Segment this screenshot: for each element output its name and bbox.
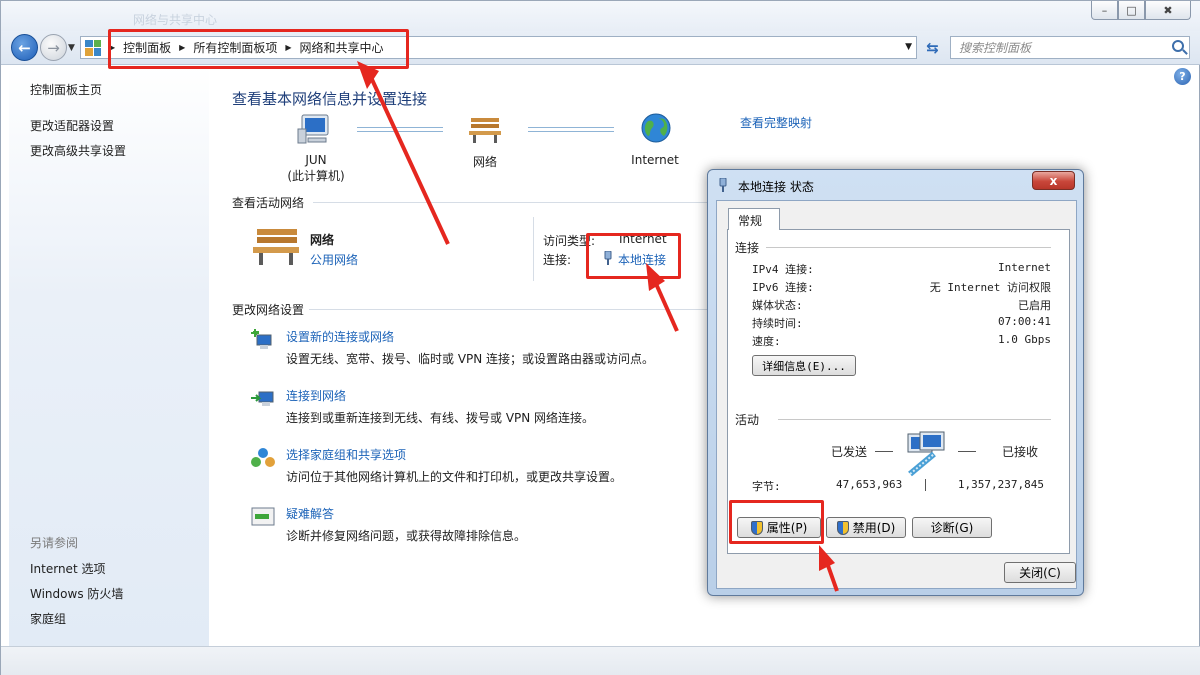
- search-icon[interactable]: [1172, 40, 1184, 52]
- sent-label: 已发送: [831, 445, 868, 459]
- connections-label: 连接:: [543, 253, 572, 267]
- disable-button-label: 禁用(D): [852, 521, 896, 535]
- help-icon[interactable]: ?: [1174, 68, 1191, 85]
- ipv4-label: IPv4 连接:: [752, 263, 814, 276]
- view-full-map-link[interactable]: 查看完整映射: [740, 114, 812, 131]
- sidebar-item-adapter-settings[interactable]: 更改适配器设置: [30, 117, 114, 134]
- see-also-heading: 另请参阅: [30, 536, 79, 550]
- close-button[interactable]: ✖: [1145, 1, 1191, 20]
- ipv4-value: Internet: [998, 261, 1051, 274]
- group-divider: [766, 247, 1051, 248]
- ethernet-icon: [719, 178, 727, 192]
- task-link-troubleshoot[interactable]: 疑难解答: [286, 505, 334, 522]
- details-button[interactable]: 详细信息(E)...: [752, 355, 856, 376]
- bytes-label: 字节:: [752, 480, 781, 493]
- activity-line: [875, 451, 893, 452]
- page-title: 查看基本网络信息并设置连接: [232, 90, 428, 108]
- speed-value: 1.0 Gbps: [998, 333, 1051, 346]
- computer-sublabel: (此计算机): [287, 169, 345, 183]
- dialog-close-action-button[interactable]: 关闭(C): [1004, 562, 1076, 583]
- task-desc-troubleshoot: 诊断并修复网络问题，或获得故障排除信息。: [286, 529, 527, 543]
- annotation-box-properties: [729, 500, 824, 544]
- active-networks-heading: 查看活动网络: [232, 196, 305, 210]
- ipv6-value: 无 Internet 访问权限: [929, 281, 1051, 294]
- computer-icon: [297, 114, 329, 144]
- address-dropdown-icon[interactable]: ▼: [905, 42, 912, 52]
- task-link-new-connection[interactable]: 设置新的连接或网络: [286, 328, 394, 345]
- tab-general[interactable]: 常规: [728, 208, 780, 230]
- ipv6-label: IPv6 连接:: [752, 281, 814, 294]
- activity-line: [958, 451, 976, 452]
- window-titlebar: 网络与共享中心 – □ ✖: [1, 1, 1200, 31]
- activity-group-heading: 活动: [735, 413, 760, 427]
- section-divider: [309, 309, 708, 310]
- bench-icon: [253, 229, 299, 265]
- map-link-line: [357, 127, 443, 132]
- see-also-internet-options[interactable]: Internet 选项: [30, 560, 105, 577]
- troubleshoot-icon: [251, 507, 275, 526]
- network-activity-icon: [907, 431, 945, 477]
- bytes-divider: [925, 479, 926, 491]
- uac-shield-icon: [836, 520, 849, 535]
- diagnose-button[interactable]: 诊断(G): [912, 517, 992, 538]
- task-desc-new-connection: 设置无线、宽带、拨号、临时或 VPN 连接；或设置路由器或访问点。: [286, 352, 655, 366]
- received-label: 已接收: [1002, 445, 1039, 459]
- sidebar-item-control-panel-home[interactable]: 控制面板主页: [30, 81, 102, 98]
- control-panel-window: 网络与共享中心 – □ ✖ ← → ▼ ▶ 控制面板 ▶ 所有控制面板项 ▶ 网…: [0, 0, 1200, 675]
- duration-label: 持续时间:: [752, 317, 803, 330]
- media-state-value: 已启用: [1018, 299, 1051, 312]
- window-title: 网络与共享中心: [133, 13, 218, 27]
- status-bar: [1, 646, 1200, 675]
- change-settings-heading: 更改网络设置: [232, 303, 305, 317]
- vertical-divider: [533, 217, 534, 281]
- map-link-line: [528, 127, 614, 132]
- sidebar-item-advanced-sharing[interactable]: 更改高级共享设置: [30, 142, 126, 159]
- new-connection-icon: [251, 329, 272, 349]
- task-link-homegroup[interactable]: 选择家庭组和共享选项: [286, 446, 406, 463]
- see-also-homegroup[interactable]: 家庭组: [30, 610, 66, 627]
- media-state-label: 媒体状态:: [752, 299, 803, 312]
- minimize-button[interactable]: –: [1091, 1, 1118, 20]
- annotation-box-local-connection: [586, 233, 681, 279]
- computer-name: JUN: [305, 153, 327, 167]
- bytes-received-value: 1,357,237,845: [957, 478, 1044, 491]
- dialog-title: 本地连接 状态: [738, 180, 814, 194]
- search-input[interactable]: [951, 37, 1151, 58]
- search-box[interactable]: [950, 36, 1190, 59]
- refresh-icon[interactable]: ⇆: [921, 36, 944, 59]
- homegroup-icon: [251, 448, 275, 467]
- annotation-arrow: [651, 276, 679, 332]
- active-network-name: 网络: [310, 233, 335, 247]
- network-type-link[interactable]: 公用网络: [310, 251, 358, 268]
- disable-button[interactable]: 禁用(D): [826, 517, 906, 538]
- back-button[interactable]: ←: [11, 34, 38, 61]
- group-divider: [778, 419, 1051, 420]
- task-desc-connect-network: 连接到或重新连接到无线、有线、拨号或 VPN 网络连接。: [286, 411, 595, 425]
- maximize-button[interactable]: □: [1118, 1, 1145, 20]
- window-controls: – □ ✖: [1091, 1, 1191, 20]
- task-desc-homegroup: 访问位于其他网络计算机上的文件和打印机，或更改共享设置。: [286, 470, 623, 484]
- map-node-computer: JUN (此计算机): [281, 153, 351, 184]
- map-node-network: 网络: [472, 155, 497, 169]
- duration-value: 07:00:41: [998, 315, 1051, 328]
- connect-network-icon: [251, 391, 274, 406]
- annotation-box-breadcrumb: [108, 29, 409, 69]
- bytes-sent-value: 47,653,963: [836, 478, 903, 491]
- dialog-close-button[interactable]: x: [1032, 171, 1075, 190]
- task-link-connect-network[interactable]: 连接到网络: [286, 387, 346, 404]
- control-panel-icon: [85, 39, 101, 56]
- forward-button[interactable]: →: [40, 34, 67, 61]
- globe-icon: [641, 113, 671, 143]
- speed-label: 速度:: [752, 335, 781, 348]
- section-divider: [313, 202, 708, 203]
- see-also-windows-firewall[interactable]: Windows 防火墙: [30, 585, 123, 602]
- map-node-internet: Internet: [631, 153, 679, 167]
- connection-group-heading: 连接: [735, 241, 760, 255]
- recent-pages-dropdown-icon[interactable]: ▼: [68, 43, 75, 53]
- bench-icon: [469, 118, 501, 143]
